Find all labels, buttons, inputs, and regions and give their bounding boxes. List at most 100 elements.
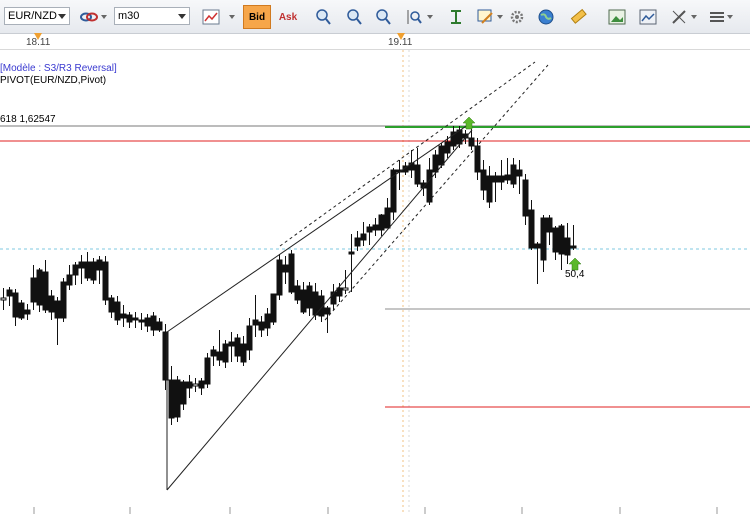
candle-body [84,261,91,279]
pivot-levels [0,125,750,408]
candle [30,265,37,310]
candle [240,336,247,366]
zoom-out-icon[interactable] [343,6,365,28]
candle [306,282,313,316]
candle-body [570,245,577,249]
image-icon[interactable] [606,6,628,28]
candle [210,346,217,366]
menu-icon[interactable] [706,6,728,28]
candle [180,380,187,410]
candle-body [156,321,163,331]
candle [60,278,67,322]
candle-body [252,319,259,326]
globe-icon[interactable] [535,6,557,28]
timeframe-value: m30 [118,10,140,22]
menu-caret-icon[interactable] [727,15,733,19]
candle-body [210,349,217,357]
price-chart[interactable] [0,50,750,514]
symbol-value: EUR/NZD [8,10,57,22]
candle [186,375,193,398]
symbol-select[interactable]: EUR/NZD [4,7,70,25]
candle-body [42,271,49,311]
candle [216,330,223,366]
chart-type-caret-icon[interactable] [229,15,235,19]
candle-body [366,226,373,233]
candle-body [270,293,277,323]
zoom-in-icon[interactable] [312,6,334,28]
candle [66,265,73,290]
candle-body [552,227,559,253]
candle-body [6,289,13,297]
candle-body [228,341,235,347]
candle [204,353,211,388]
candle [198,378,205,395]
candle-body [180,381,187,405]
candle [114,296,121,325]
candle-body [438,145,445,166]
candle [54,297,61,345]
candle-body [300,289,307,313]
link-icon[interactable] [78,6,100,28]
candle-body [102,261,109,301]
candle-body [354,237,361,247]
candle-body [54,300,61,319]
zoom-fit-icon[interactable] [372,6,394,28]
candle [126,312,133,328]
candle-body [378,214,385,231]
candle [564,223,571,264]
toolbar: EUR/NZD m30 Bid Ask [0,0,750,34]
gear-icon[interactable] [506,6,528,28]
candle-body [36,269,43,306]
tools-icon[interactable] [668,6,690,28]
candle-body [324,307,331,315]
candle [534,242,541,284]
drawing-icon[interactable] [474,6,496,28]
candle [492,172,499,202]
zoom-range-icon[interactable] [404,6,426,28]
ask-button[interactable]: Ask [276,5,300,29]
tools-caret-icon[interactable] [691,15,697,19]
line-chart-icon[interactable] [200,6,222,28]
indicator-icon[interactable] [445,6,467,28]
candle [384,198,391,229]
candle-body [240,343,247,363]
candle [540,215,547,272]
link-caret-icon[interactable] [101,15,107,19]
zoom-caret-icon[interactable] [427,15,433,19]
candle-body [78,261,85,269]
candle [108,295,115,318]
timeframe-select[interactable]: m30 [114,7,190,25]
candle-body [564,237,571,256]
candle [12,289,19,326]
candle-body [534,243,541,249]
candle [78,255,85,284]
candle-body [498,175,505,183]
screenshot-icon[interactable] [637,6,659,28]
bid-button[interactable]: Bid [243,5,271,29]
candle [84,252,91,281]
candle-body [546,217,553,233]
candle [378,214,385,236]
ruler-icon[interactable] [567,6,589,28]
candle [474,138,481,180]
candle [300,282,307,314]
candle-body [288,253,295,293]
time-grid [33,50,718,514]
candle-body [24,309,31,315]
candle-body [168,379,175,419]
candle [396,160,403,190]
drawing-caret-icon[interactable] [497,15,503,19]
candle-body [426,169,433,203]
candle-body [528,209,535,249]
candle-body [186,381,193,389]
candle [480,160,487,200]
candle-body [120,313,127,319]
candle [282,256,289,284]
candle-body [264,313,271,329]
candle [192,378,199,392]
candle-body [198,380,205,389]
candle [288,250,295,294]
candle [522,174,529,225]
candle [504,158,511,184]
candle-body [558,225,565,255]
